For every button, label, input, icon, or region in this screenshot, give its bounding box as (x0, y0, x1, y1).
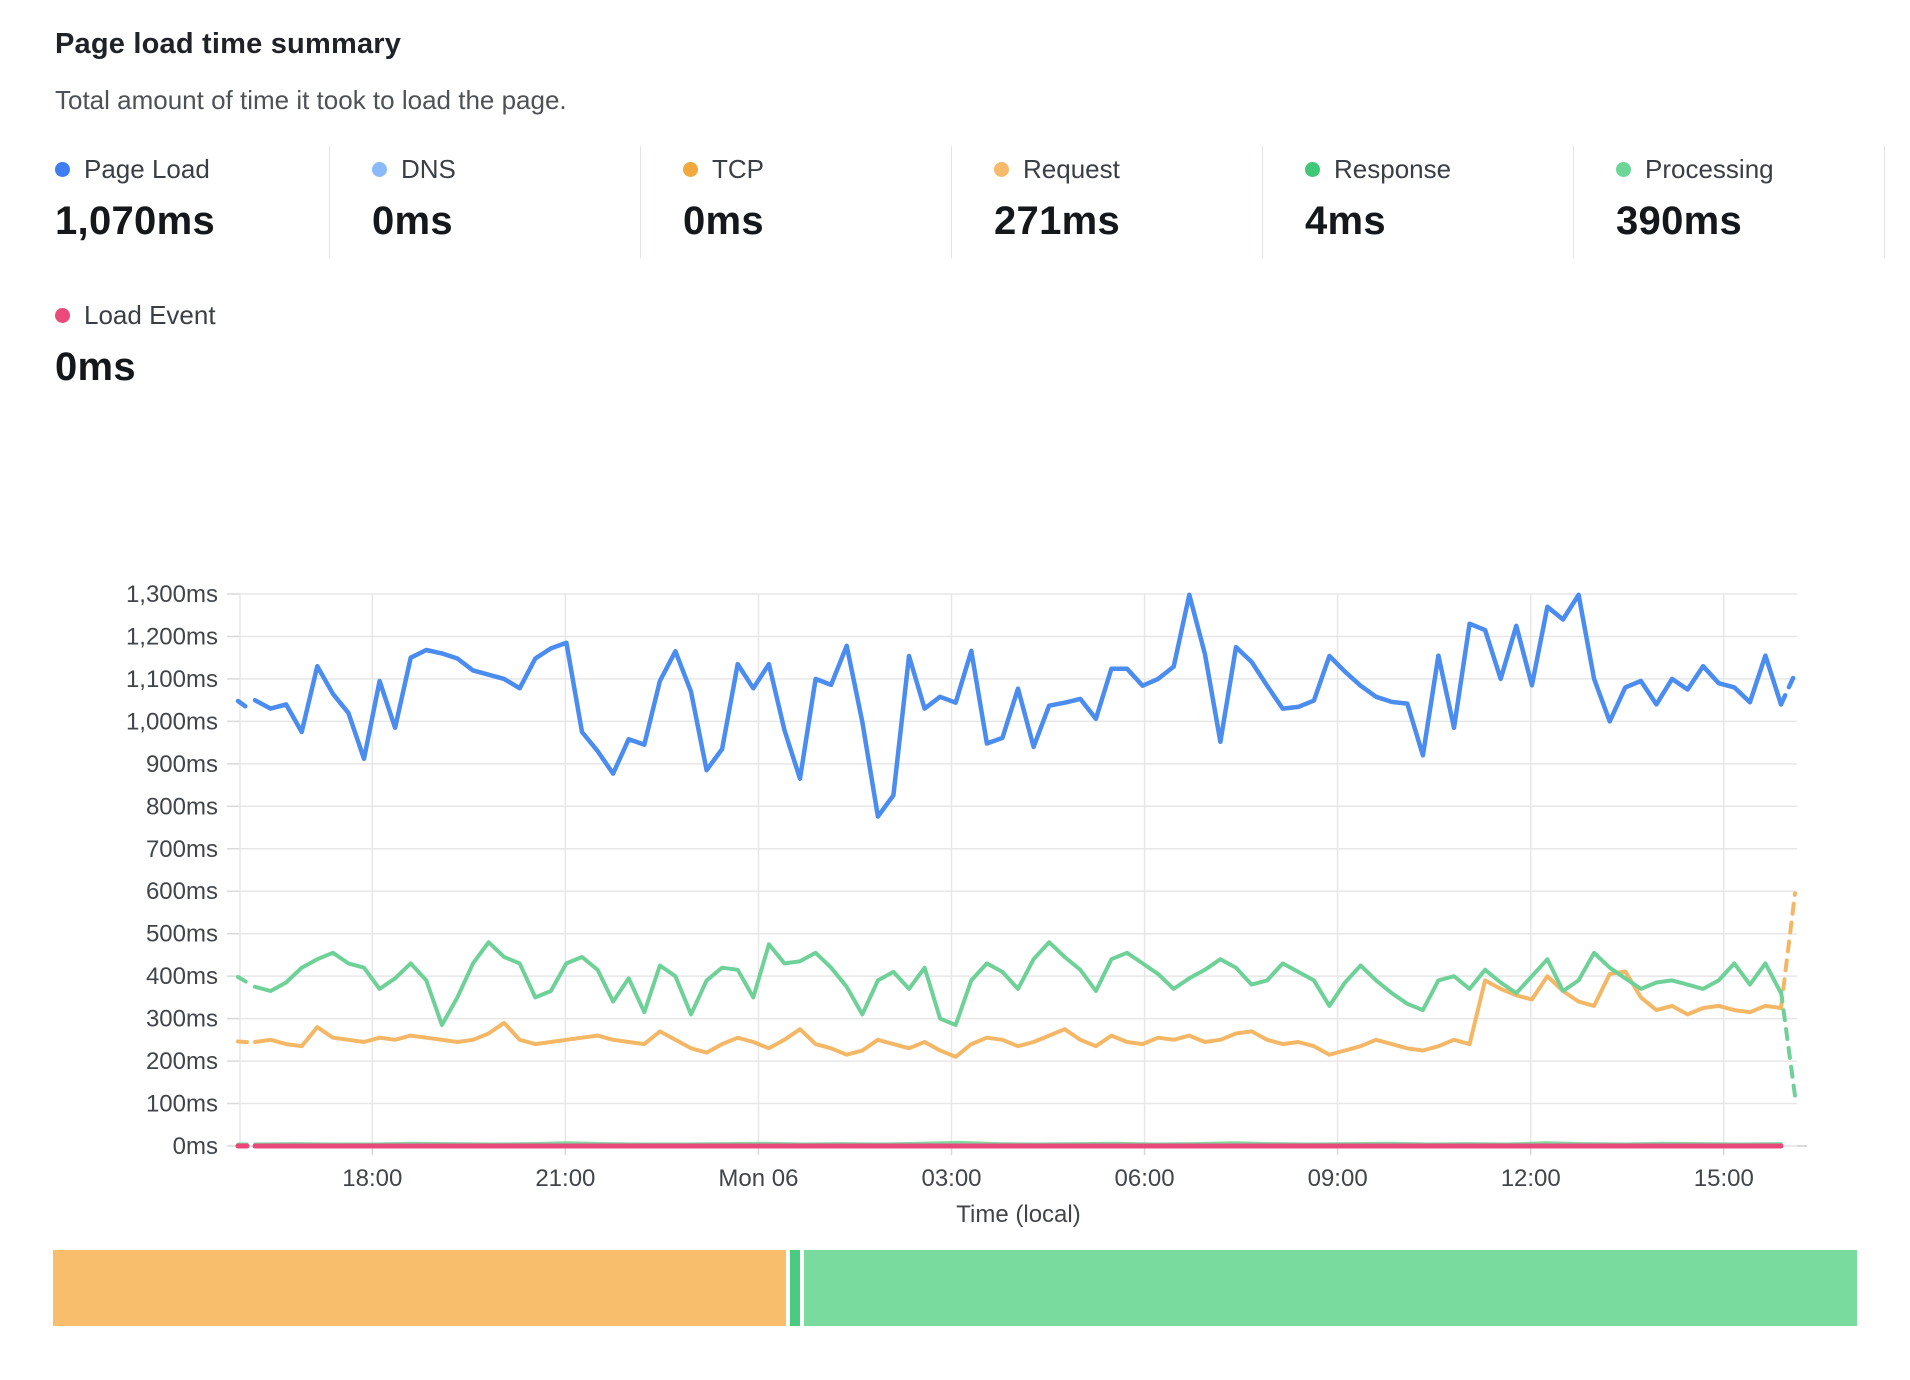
y-axis-tick-label: 1,100ms (126, 666, 218, 693)
stat-value: 390ms (1616, 199, 1884, 244)
y-axis-tick-label: 0ms (173, 1133, 218, 1160)
transition-segment[interactable] (790, 1250, 800, 1326)
stat-request: Request 271ms (952, 146, 1263, 258)
page-load-dot-icon (55, 162, 70, 177)
processing-segment[interactable] (804, 1250, 1857, 1326)
stat-label: TCP (712, 154, 764, 185)
y-axis-tick-label: 600ms (146, 878, 218, 905)
stat-response: Response 4ms (1263, 146, 1574, 258)
y-axis-tick-label: 300ms (146, 1006, 218, 1033)
stat-load-event: Load Event 0ms (0, 292, 330, 404)
stat-label: Page Load (84, 154, 210, 185)
legend-stats-row-2: Load Event 0ms (0, 292, 1910, 404)
stat-value: 0ms (372, 199, 640, 244)
x-axis-tick-label: 09:00 (1308, 1165, 1368, 1192)
y-axis-tick-label: 700ms (146, 836, 218, 863)
tcp-dot-icon (683, 162, 698, 177)
stat-value: 0ms (683, 199, 951, 244)
x-axis-tick-label: 15:00 (1694, 1165, 1754, 1192)
page-title: Page load time summary (55, 28, 1910, 61)
series-line-request (255, 972, 1781, 1057)
x-axis-tick-label: 18:00 (342, 1165, 402, 1192)
stat-value: 1,070ms (55, 199, 329, 244)
stat-label: Request (1023, 154, 1120, 185)
stat-dns: DNS 0ms (330, 146, 641, 258)
stat-tcp: TCP 0ms (641, 146, 952, 258)
response-dot-icon (1305, 162, 1320, 177)
stat-page-load: Page Load 1,070ms (0, 146, 330, 258)
y-axis-tick-label: 900ms (146, 751, 218, 778)
page-subtitle: Total amount of time it took to load the… (55, 85, 1910, 116)
status-timeline-bar[interactable] (53, 1250, 1859, 1326)
y-axis-tick-label: 200ms (146, 1048, 218, 1075)
request-dot-icon (994, 162, 1009, 177)
stat-label: Load Event (84, 300, 216, 331)
stat-value: 4ms (1305, 199, 1573, 244)
series-line-processing (255, 942, 1781, 1025)
y-axis-tick-label: 1,200ms (126, 623, 218, 650)
load-event-dot-icon (55, 308, 70, 323)
y-axis-tick-label: 500ms (146, 921, 218, 948)
request-segment[interactable] (53, 1250, 786, 1326)
x-axis-tick-label: 03:00 (921, 1165, 981, 1192)
dns-dot-icon (372, 162, 387, 177)
stat-processing: Processing 390ms (1574, 146, 1885, 258)
x-axis-tick-label: 06:00 (1115, 1165, 1175, 1192)
x-axis-tick-label: 12:00 (1501, 1165, 1561, 1192)
stat-label: DNS (401, 154, 456, 185)
page-load-time-chart[interactable]: 0ms 100ms 200ms 300ms 400ms 500ms 600ms 700ms 80… (0, 468, 1910, 1238)
y-axis-tick-label: 400ms (146, 963, 218, 990)
legend-stats-row: Page Load 1,070ms DNS 0ms TCP 0ms Reques… (0, 146, 1910, 258)
stat-label: Response (1334, 154, 1451, 185)
stat-label: Processing (1645, 154, 1774, 185)
processing-dot-icon (1616, 162, 1631, 177)
x-axis-title: Time (local) (956, 1201, 1080, 1228)
y-axis-tick-label: 800ms (146, 793, 218, 820)
y-axis-tick-label: 1,000ms (126, 708, 218, 735)
stat-value: 0ms (55, 345, 330, 390)
series-line-page-load (255, 595, 1781, 817)
x-axis-tick-label: 21:00 (535, 1165, 595, 1192)
x-axis-tick-label: Mon 06 (718, 1165, 798, 1192)
y-axis-tick-label: 1,300ms (126, 581, 218, 608)
y-axis-tick-label: 100ms (146, 1091, 218, 1118)
stat-value: 271ms (994, 199, 1262, 244)
